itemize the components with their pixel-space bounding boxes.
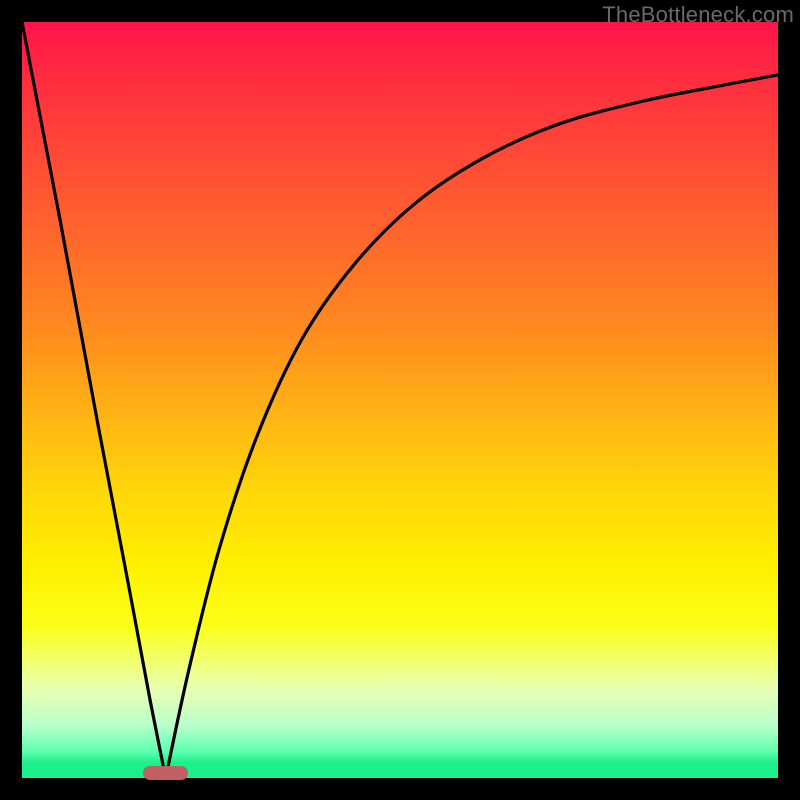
watermark-text: TheBottleneck.com [602,2,794,28]
bottleneck-marker [143,766,188,780]
curve-left [22,22,166,778]
plot-area [22,22,778,778]
chart-frame: TheBottleneck.com [0,0,800,800]
curve-layer [22,22,778,778]
curve-right [166,75,778,778]
